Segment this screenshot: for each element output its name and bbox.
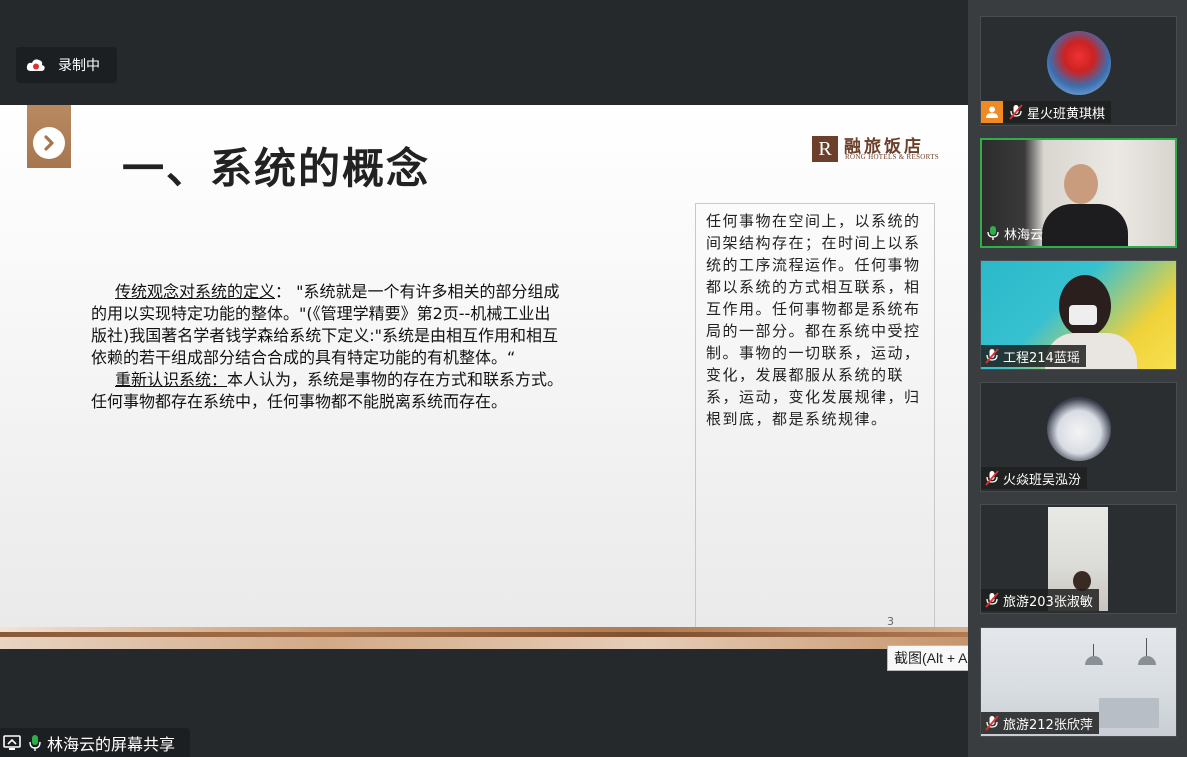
presentation-slide: 一、系统的概念 R 融旅饭店 RONG HOTELS & RESORTS 传统观… [0, 105, 968, 649]
mic-icon[interactable] [29, 734, 41, 752]
screenshot-tooltip: 截图(Alt + A) [887, 645, 980, 671]
screen-share-icon [3, 734, 21, 751]
screen-share-bar[interactable]: 林海云的屏幕共享 [0, 728, 190, 757]
participant-tile[interactable]: 工程214蓝瑶 [980, 260, 1177, 370]
participant-namebar: 林海云 [982, 222, 1049, 244]
lamp-cord [1093, 644, 1094, 656]
participant-tile[interactable]: 旅游212张欣萍 [980, 627, 1177, 737]
participant-namebar: 星火班黄琪棋 [981, 101, 1112, 123]
slide-marker [27, 105, 71, 168]
para1-lead: 传统观念对系统的定义 [115, 282, 276, 301]
participant-namebar: 火焱班吴泓汾 [981, 467, 1088, 489]
participant-name: 旅游203张淑敏 [1003, 594, 1093, 610]
face [1073, 571, 1091, 591]
mic-muted-icon [981, 712, 1003, 734]
hotel-logo: R 融旅饭店 RONG HOTELS & RESORTS [812, 134, 939, 164]
logo-mark: R [812, 136, 838, 162]
slide-title: 一、系统的概念 [122, 144, 431, 193]
participant-tile-active[interactable]: 林海云 [980, 138, 1177, 248]
mic-active-icon [982, 222, 1004, 244]
participant-name: 林海云 [1004, 227, 1044, 243]
decor-stripe [0, 637, 968, 649]
mic-muted-icon [981, 589, 1003, 611]
participant-name: 火焱班吴泓汾 [1003, 472, 1082, 488]
para2-lead: 重新认识系统： [115, 370, 228, 389]
body [1042, 204, 1128, 246]
participant-namebar: 旅游212张欣萍 [981, 712, 1099, 734]
lamp-cord [1146, 638, 1147, 656]
logo-en: RONG HOTELS & RESORTS [845, 153, 939, 161]
participant-name: 工程214蓝瑶 [1003, 350, 1080, 366]
screen-share-area: 录制中 一、系统的概念 R 融旅饭店 RONG HOTELS & RESORTS… [0, 0, 968, 757]
mask [1069, 305, 1097, 325]
chevron-right-icon [33, 127, 65, 159]
participant-namebar: 工程214蓝瑶 [981, 345, 1086, 367]
mic-muted-icon [981, 467, 1003, 489]
mic-muted-icon [981, 345, 1003, 367]
participant-name: 旅游212张欣萍 [1003, 717, 1093, 733]
side-text-box: 任何事物在空间上，以系统的间架结构存在；在时间上以系统的工序流程运作。任何事物都… [695, 203, 935, 649]
mic-muted-icon [1005, 101, 1027, 123]
avatar [1047, 31, 1111, 95]
furniture [1099, 698, 1159, 728]
avatar [1047, 397, 1111, 461]
cloud-record-icon [26, 58, 46, 72]
recording-label: 录制中 [58, 58, 100, 74]
participant-tile[interactable]: 火焱班吴泓汾 [980, 382, 1177, 492]
recording-indicator[interactable]: 录制中 [16, 47, 117, 83]
person-icon [981, 101, 1003, 123]
participant-name: 星火班黄琪棋 [1027, 106, 1106, 122]
participant-tile[interactable]: 星火班黄琪棋 [980, 16, 1177, 126]
face [1064, 164, 1098, 204]
slide-body: 传统观念对系统的定义： "系统就是一个有许多相关的部分组成的用以实现特定功能的整… [91, 281, 566, 413]
page-number: 3 [887, 615, 894, 628]
participant-namebar: 旅游203张淑敏 [981, 589, 1099, 611]
share-label: 林海云的屏幕共享 [47, 734, 176, 754]
participant-tile[interactable]: 旅游203张淑敏 [980, 504, 1177, 614]
